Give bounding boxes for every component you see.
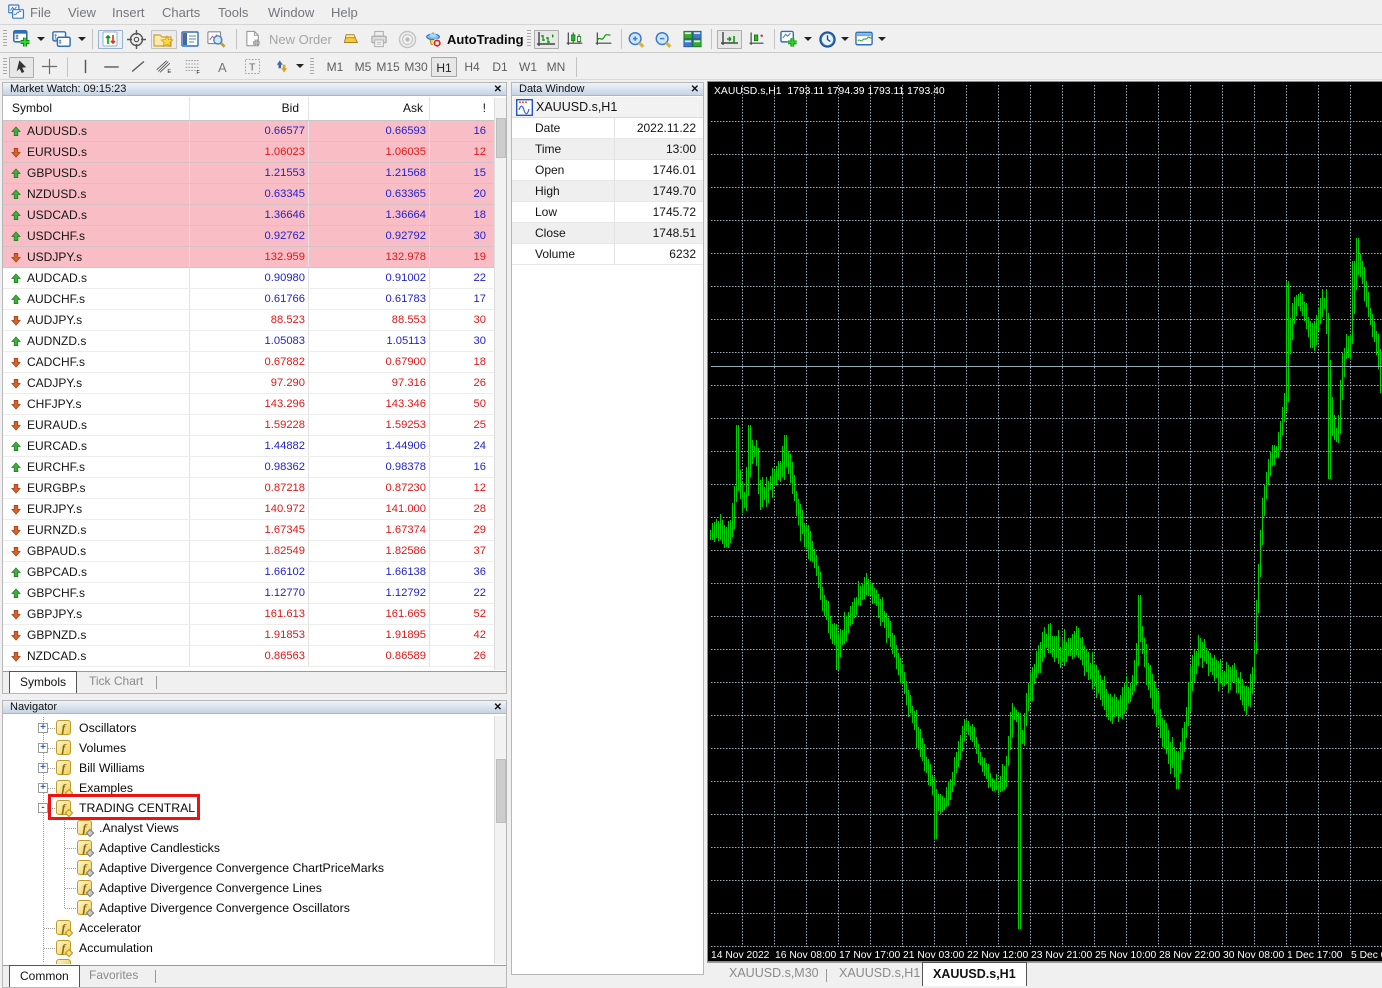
svg-text:E: E <box>167 69 171 75</box>
svg-text:T: T <box>249 62 256 73</box>
svg-text:F: F <box>196 70 200 76</box>
